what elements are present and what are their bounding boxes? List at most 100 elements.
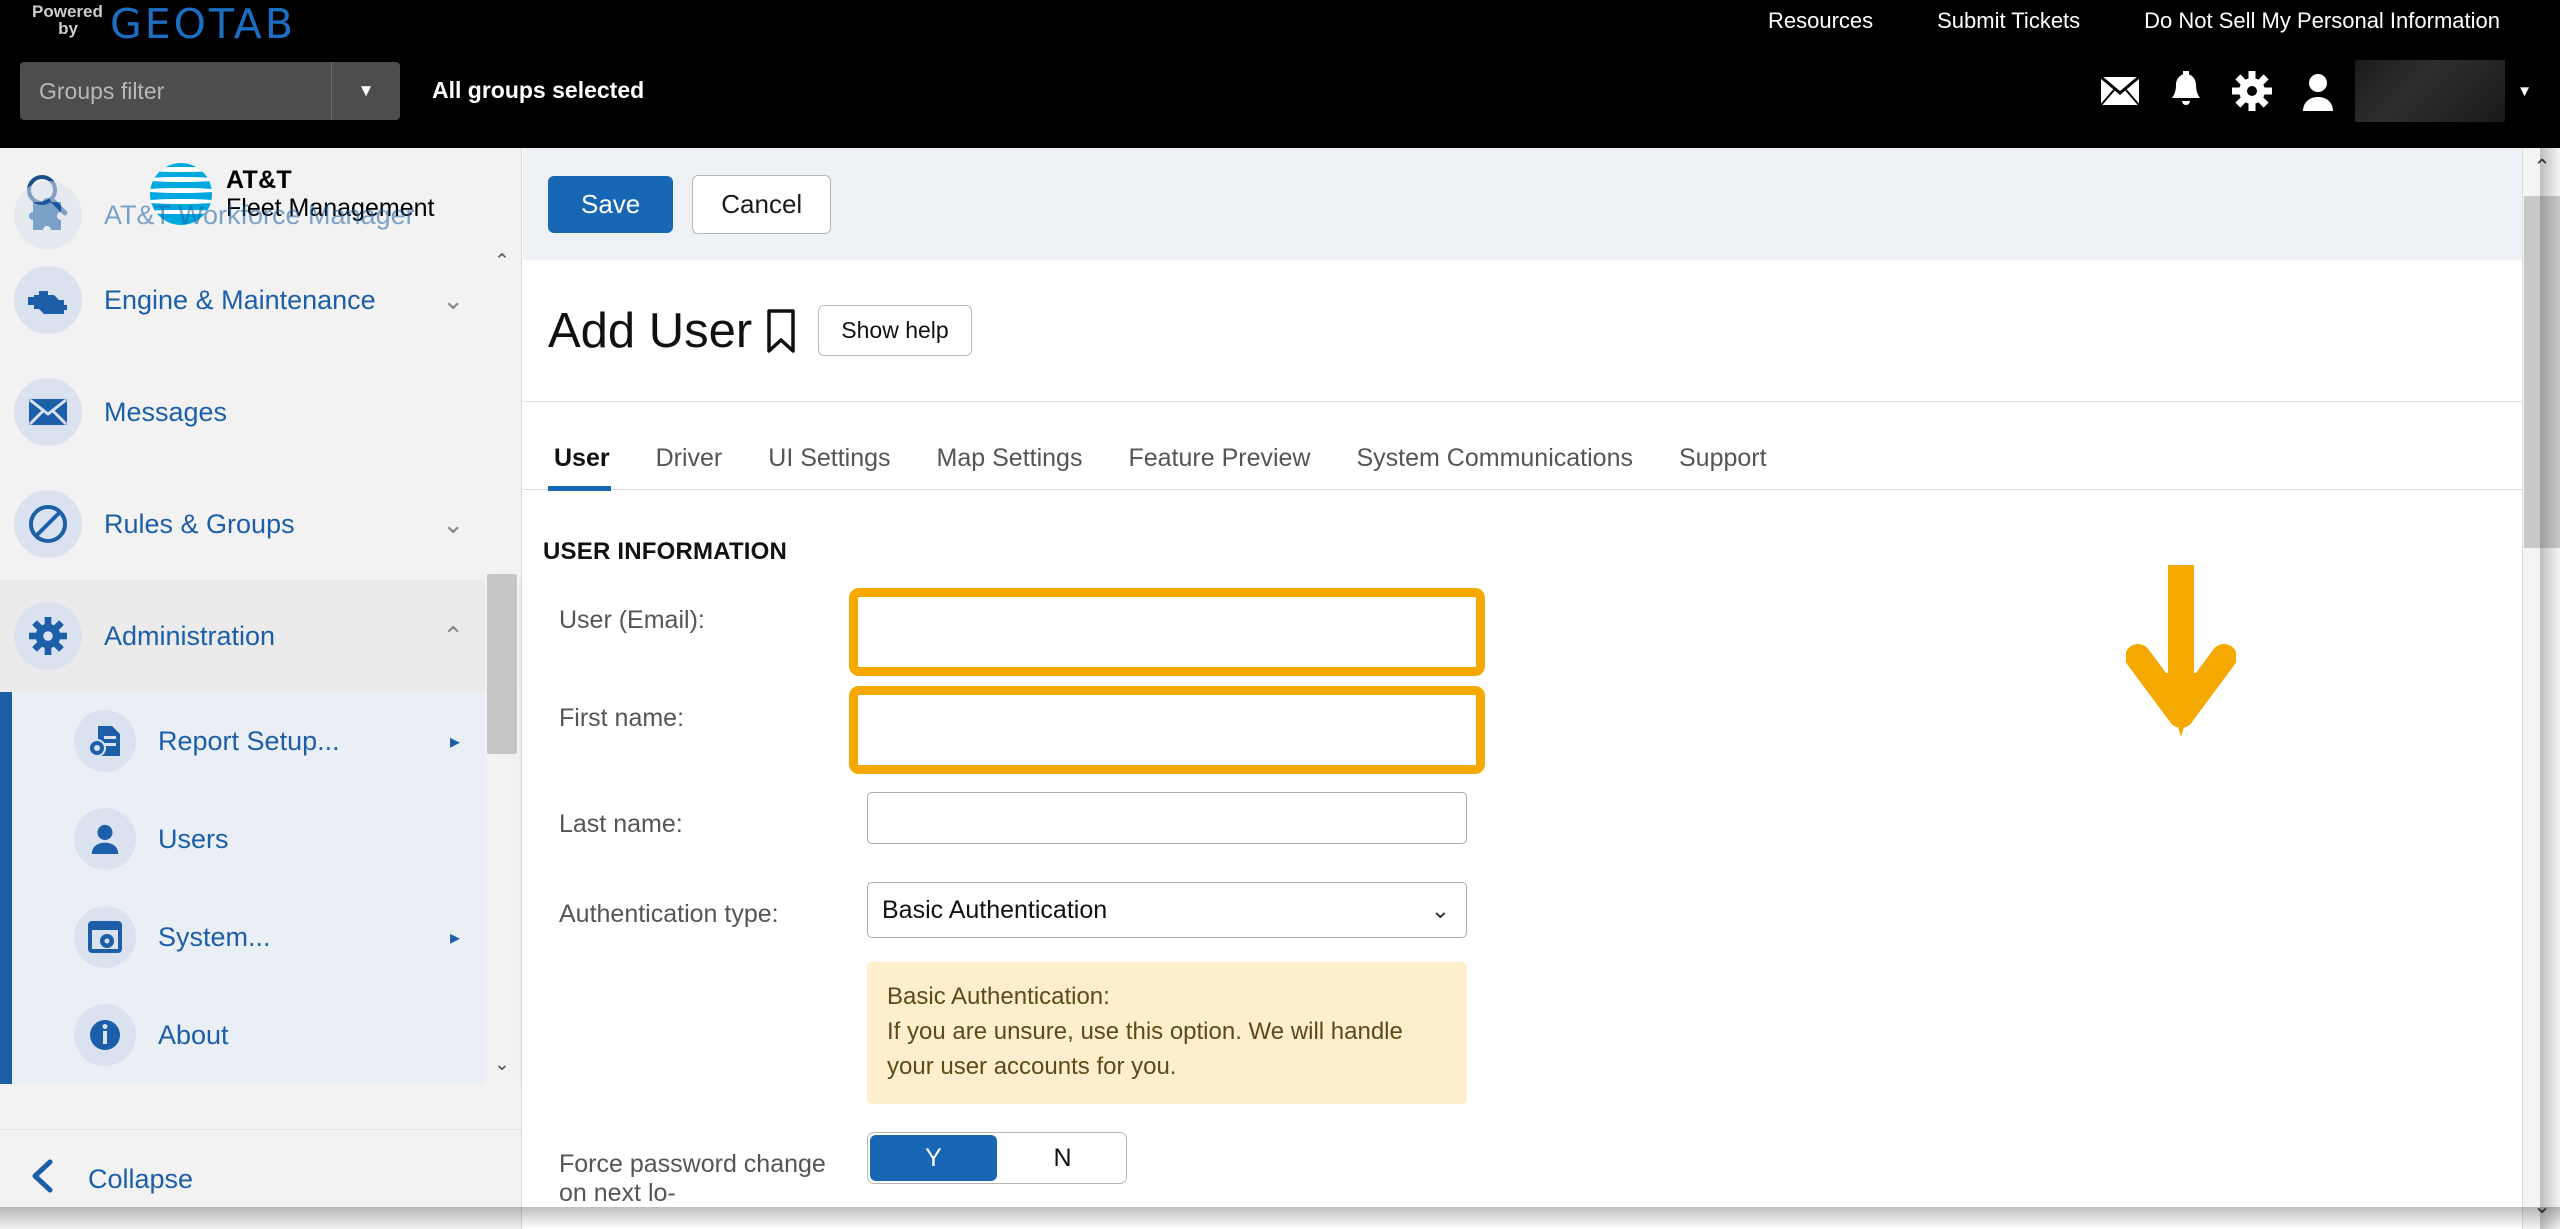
email-field[interactable] (867, 606, 1467, 658)
auth-type-label: Authentication type: (559, 900, 779, 928)
left-sidebar: AT&T Fleet Management AT&T Workforce Man… (0, 148, 522, 1229)
sidebar-administration-submenu: Report Setup... ▸ Users System... ▸ Abou… (0, 692, 521, 1084)
page-title-row: Add User Show help (523, 260, 2539, 402)
toggle-no[interactable]: N (999, 1133, 1126, 1183)
chevron-right-icon[interactable]: ▸ (450, 729, 460, 754)
engine-icon (14, 266, 82, 334)
tab-user[interactable]: User (548, 444, 633, 491)
cancel-button[interactable]: Cancel (692, 174, 832, 234)
sidebar-item-report-setup[interactable]: Report Setup... ▸ (12, 692, 521, 790)
auth-info-title: Basic Authentication: (887, 983, 1110, 1010)
sidebar-item-administration[interactable]: Administration ⌃ (0, 580, 521, 692)
sidebar-item-label: Users (158, 823, 229, 854)
link-submit-tickets[interactable]: Submit Tickets (1905, 8, 2112, 34)
sidebar-item-messages[interactable]: Messages (0, 356, 521, 468)
force-password-toggle[interactable]: Y N (867, 1132, 1127, 1185)
top-nav-links: Resources Submit Tickets Do Not Sell My … (1736, 8, 2532, 34)
groups-filter-input[interactable]: Groups filter (20, 78, 331, 105)
chevron-down-icon[interactable]: ▼ (2505, 83, 2532, 100)
auth-type-select[interactable]: Basic Authentication ⌄ (867, 882, 1467, 938)
bookmark-icon[interactable] (766, 308, 796, 353)
last-name-field[interactable] (867, 792, 1467, 844)
bell-icon[interactable] (2153, 58, 2219, 124)
gear-icon[interactable] (2219, 58, 2285, 124)
chevron-down-icon[interactable]: ▼ (332, 81, 400, 101)
show-help-button[interactable]: Show help (818, 305, 972, 356)
sidebar-item-rules-groups[interactable]: Rules & Groups ⌄ (0, 468, 521, 580)
powered-by-line2: by (58, 19, 78, 38)
first-name-field[interactable] (867, 704, 1467, 756)
last-name-field-wrapper (867, 792, 1467, 844)
scroll-up-icon[interactable]: ⌃ (485, 244, 519, 278)
first-name-label: First name: (559, 704, 685, 732)
report-setup-icon (74, 710, 136, 772)
sidebar-collapse-button[interactable]: Collapse (0, 1129, 521, 1229)
sidebar-item-label: Rules & Groups (104, 508, 295, 539)
force-password-toggle-wrapper: Y N (867, 1132, 1127, 1185)
auth-type-selected-value: Basic Authentication (882, 895, 1108, 924)
first-name-field-wrapper (849, 686, 1485, 774)
scroll-down-icon[interactable]: ⌄ (485, 1047, 519, 1081)
sidebar-item-att-workforce-manager[interactable]: AT&T Workforce Manager (0, 181, 521, 249)
sidebar-scrollbar[interactable]: ⌃ ⌄ (485, 240, 519, 1085)
sidebar-item-system[interactable]: System... ▸ (12, 888, 521, 986)
sidebar-nav-list: AT&T Workforce Manager Engine & Maintena… (0, 181, 521, 1085)
chevron-right-icon[interactable]: ▸ (450, 925, 460, 950)
system-icon (74, 906, 136, 968)
link-do-not-sell[interactable]: Do Not Sell My Personal Information (2112, 8, 2532, 34)
sidebar-item-label: Report Setup... (158, 725, 340, 756)
person-icon[interactable] (2285, 58, 2351, 124)
sidebar-item-users[interactable]: Users (12, 790, 521, 888)
force-password-label: Force password change on next lo- (559, 1150, 826, 1208)
page-title: Add User (548, 303, 753, 358)
mail-icon[interactable] (2087, 58, 2153, 124)
chevron-down-icon[interactable]: ⌄ (442, 509, 464, 540)
form-row-auth-info: Basic Authentication: If you are unsure,… (523, 962, 2539, 1105)
chevron-left-icon (30, 1159, 80, 1201)
page-scrollbar-thumb[interactable] (2524, 196, 2560, 548)
form-row-first-name: First name: (523, 686, 2539, 774)
action-toolbar: Save Cancel (523, 148, 2539, 260)
tab-ui-settings[interactable]: UI Settings (745, 444, 913, 489)
toggle-yes[interactable]: Y (870, 1135, 997, 1182)
envelope-icon (14, 378, 82, 446)
groups-filter-dropdown[interactable]: Groups filter ▼ (20, 62, 400, 120)
puzzle-icon (14, 181, 82, 249)
powered-by-line1: Powered (32, 2, 103, 21)
tab-map-settings[interactable]: Map Settings (914, 444, 1106, 489)
email-highlight-box (849, 588, 1485, 676)
tab-system-communications[interactable]: System Communications (1334, 444, 1656, 489)
user-account-chip[interactable] (2355, 60, 2506, 122)
chevron-up-icon[interactable]: ⌃ (442, 621, 464, 652)
tab-bar: User Driver UI Settings Map Settings Fea… (523, 402, 2539, 491)
geotab-logo: GEOTAB (110, 0, 296, 48)
sidebar-item-engine-maintenance[interactable]: Engine & Maintenance ⌄ (0, 244, 521, 356)
auth-info-spacer (559, 962, 849, 980)
tab-feature-preview[interactable]: Feature Preview (1105, 444, 1333, 489)
sidebar-item-label: AT&T Workforce Manager (104, 199, 415, 230)
top-header-bar: Powered by GEOTAB Groups filter ▼ All gr… (0, 0, 2560, 148)
form-row-last-name: Last name: (523, 792, 2539, 844)
auth-info-body: If you are unsure, use this option. We w… (887, 1017, 1403, 1080)
link-resources[interactable]: Resources (1736, 8, 1905, 34)
chevron-down-icon[interactable]: ⌄ (442, 285, 464, 316)
sidebar-scrollbar-thumb[interactable] (487, 574, 517, 754)
email-label: User (Email): (559, 606, 705, 634)
first-name-highlight-box (849, 686, 1485, 774)
section-title-user-information: USER INFORMATION (543, 538, 788, 565)
main-content-panel: Save Cancel Add User Show help User Driv… (523, 148, 2539, 1229)
header-icon-row: ▼ (2087, 58, 2532, 124)
sidebar-item-about[interactable]: About (12, 986, 521, 1084)
sidebar-item-label: Messages (104, 396, 228, 427)
tab-driver[interactable]: Driver (633, 444, 746, 489)
scroll-up-icon[interactable]: ⌃ (2523, 148, 2560, 186)
prohibited-icon (14, 490, 82, 558)
scroll-down-icon[interactable]: ⌄ (2523, 1187, 2560, 1225)
sidebar-item-label: Engine & Maintenance (104, 284, 376, 315)
page-scrollbar[interactable]: ⌃ ⌄ (2522, 148, 2560, 1229)
save-button[interactable]: Save (548, 175, 674, 233)
form-row-email: User (Email): (523, 588, 2539, 676)
auth-info-wrapper: Basic Authentication: If you are unsure,… (867, 962, 1467, 1105)
tab-support[interactable]: Support (1656, 444, 1790, 489)
chevron-down-icon[interactable]: ⌄ (1431, 897, 1450, 924)
